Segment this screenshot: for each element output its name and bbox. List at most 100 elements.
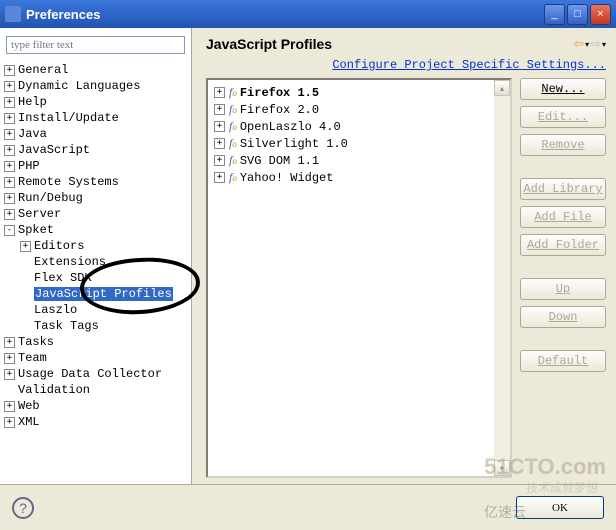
new-button[interactable]: New... — [520, 78, 606, 100]
profile-toggle-icon[interactable]: + — [214, 155, 225, 166]
tree-toggle-icon[interactable]: + — [4, 369, 15, 380]
tree-label: General — [18, 63, 68, 77]
tree-item[interactable]: +Server — [4, 206, 187, 222]
down-button[interactable]: Down — [520, 306, 606, 328]
profile-toggle-icon[interactable]: + — [214, 104, 225, 115]
tree-toggle-icon[interactable]: + — [4, 129, 15, 140]
scroll-up-icon[interactable]: ▴ — [494, 80, 510, 96]
tree-label: Team — [18, 351, 47, 365]
profile-icon: fo — [229, 85, 237, 100]
tree-item[interactable]: +Usage Data Collector — [4, 366, 187, 382]
nav-forward-menu-icon[interactable]: ▾ — [602, 40, 606, 49]
tree-toggle-icon[interactable]: - — [4, 225, 15, 236]
nav-forward-icon[interactable]: ⇨ — [590, 36, 601, 52]
nav-back-menu-icon[interactable]: ▾ — [585, 40, 589, 49]
profile-toggle-icon[interactable]: + — [214, 87, 225, 98]
profile-icon: fo — [229, 102, 237, 117]
tree-toggle-icon[interactable]: + — [4, 65, 15, 76]
page-title: JavaScript Profiles — [206, 36, 573, 52]
profile-item[interactable]: +foFirefox 1.5 — [210, 84, 508, 101]
tree-item[interactable]: +XML — [4, 414, 187, 430]
minimize-button[interactable]: _ — [544, 4, 565, 25]
tree-toggle-icon[interactable]: + — [4, 209, 15, 220]
help-icon[interactable]: ? — [12, 497, 34, 519]
tree-label: Help — [18, 95, 47, 109]
tree-item[interactable]: +Help — [4, 94, 187, 110]
profile-label: SVG DOM 1.1 — [240, 154, 319, 168]
tree-item[interactable]: +Web — [4, 398, 187, 414]
profile-toggle-icon[interactable]: + — [214, 172, 225, 183]
ok-button[interactable]: OK — [516, 496, 604, 519]
tree-item[interactable]: +Dynamic Languages — [4, 78, 187, 94]
maximize-button[interactable]: □ — [567, 4, 588, 25]
tree-child-item[interactable]: Flex SDK — [20, 270, 187, 286]
add-library-button[interactable]: Add Library — [520, 178, 606, 200]
tree-item[interactable]: +Team — [4, 350, 187, 366]
tree-toggle-icon[interactable]: + — [4, 97, 15, 108]
tree-toggle-icon[interactable]: + — [4, 337, 15, 348]
profile-item[interactable]: +foFirefox 2.0 — [210, 101, 508, 118]
tree-label: Install/Update — [18, 111, 119, 125]
profile-icon: fo — [229, 170, 237, 185]
tree-label: Run/Debug — [18, 191, 83, 205]
default-button[interactable]: Default — [520, 350, 606, 372]
profile-item[interactable]: + foYahoo! Widget — [210, 169, 508, 186]
tree-toggle-icon[interactable]: + — [4, 177, 15, 188]
tree-item[interactable]: +PHP — [4, 158, 187, 174]
add-folder-button[interactable]: Add Folder — [520, 234, 606, 256]
tree-item[interactable]: +Remote Systems — [4, 174, 187, 190]
scroll-track[interactable] — [494, 96, 510, 460]
tree-toggle-icon[interactable]: + — [4, 81, 15, 92]
tree-toggle-icon[interactable]: + — [4, 161, 15, 172]
profile-item[interactable]: +foSilverlight 1.0 — [210, 135, 508, 152]
tree-child-item[interactable]: +Editors — [20, 238, 187, 254]
tree-label: Java — [18, 127, 47, 141]
tree-child-item[interactable]: Task Tags — [20, 318, 187, 334]
app-icon — [5, 6, 21, 22]
tree-label: Tasks — [18, 335, 54, 349]
tree-label: Laszlo — [34, 303, 77, 317]
profile-label: Yahoo! Widget — [240, 171, 334, 185]
nav-toolbar: ⇦ ▾ ⇨ ▾ — [573, 36, 606, 52]
tree-item[interactable]: +Java — [4, 126, 187, 142]
tree-toggle-icon[interactable]: + — [4, 145, 15, 156]
tree-toggle-icon[interactable]: + — [20, 241, 31, 252]
tree-child-item[interactable]: Extensions — [20, 254, 187, 270]
tree-item[interactable]: Validation — [4, 382, 187, 398]
nav-back-icon[interactable]: ⇦ — [573, 36, 584, 52]
list-scrollbar[interactable]: ▴ ▾ — [494, 80, 510, 476]
tree-label: Spket — [18, 223, 54, 237]
filter-input[interactable] — [6, 36, 185, 54]
profile-toggle-icon[interactable]: + — [214, 138, 225, 149]
tree-item[interactable]: +Install/Update — [4, 110, 187, 126]
tree-label: Server — [18, 207, 61, 221]
profile-toggle-icon[interactable]: + — [214, 121, 225, 132]
profiles-list[interactable]: +foFirefox 1.5+foFirefox 2.0+foOpenLaszl… — [206, 78, 512, 478]
tree-toggle-icon[interactable]: + — [4, 113, 15, 124]
window-controls: _ □ × — [544, 4, 611, 25]
tree-toggle-icon[interactable]: + — [4, 353, 15, 364]
tree-item[interactable]: +JavaScript — [4, 142, 187, 158]
configure-project-link[interactable]: Configure Project Specific Settings... — [206, 58, 606, 72]
tree-item[interactable]: -Spket — [4, 222, 187, 238]
up-button[interactable]: Up — [520, 278, 606, 300]
tree-item[interactable]: +General — [4, 62, 187, 78]
remove-button[interactable]: Remove — [520, 134, 606, 156]
preferences-tree[interactable]: +General+Dynamic Languages+Help+Install/… — [0, 62, 191, 484]
tree-label: Remote Systems — [18, 175, 119, 189]
profile-item[interactable]: +foOpenLaszlo 4.0 — [210, 118, 508, 135]
profile-item[interactable]: +foSVG DOM 1.1 — [210, 152, 508, 169]
tree-item[interactable]: +Run/Debug — [4, 190, 187, 206]
tree-item[interactable]: +Tasks — [4, 334, 187, 350]
tree-toggle-icon[interactable]: + — [4, 193, 15, 204]
tree-child-item[interactable]: Laszlo — [20, 302, 187, 318]
tree-toggle-icon[interactable]: + — [4, 401, 15, 412]
tree-label: JavaScript — [18, 143, 90, 157]
scroll-down-icon[interactable]: ▾ — [494, 460, 510, 476]
profile-icon: fo — [229, 136, 237, 151]
close-button[interactable]: × — [590, 4, 611, 25]
tree-toggle-icon[interactable]: + — [4, 417, 15, 428]
add-file-button[interactable]: Add File — [520, 206, 606, 228]
tree-child-item[interactable]: JavaScript Profiles — [20, 286, 187, 302]
edit-button[interactable]: Edit... — [520, 106, 606, 128]
